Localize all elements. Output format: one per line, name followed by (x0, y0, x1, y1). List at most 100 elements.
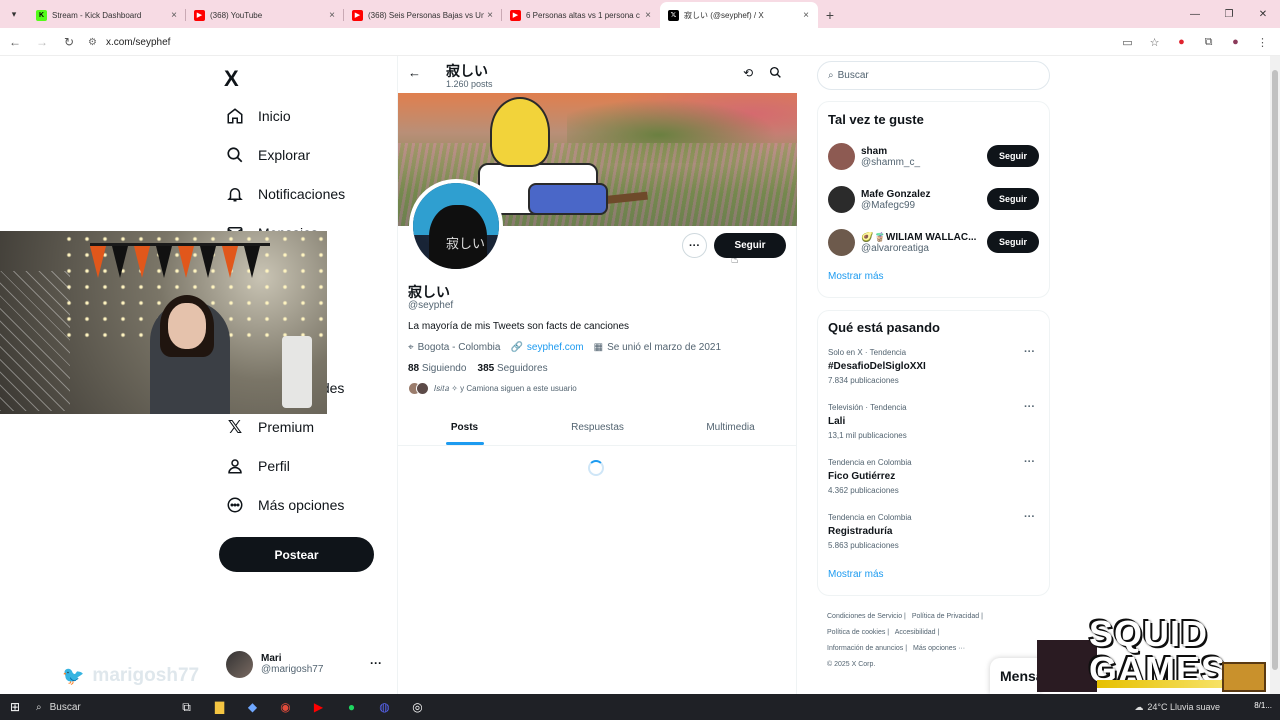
more-dots-icon[interactable]: ··· (1024, 456, 1035, 468)
chrome-icon[interactable]: ◉ (269, 694, 302, 720)
forward-icon[interactable]: → (30, 30, 54, 54)
copilot-icon[interactable]: ◆ (236, 694, 269, 720)
reload-icon[interactable]: ↻ (57, 30, 81, 54)
more-dots-icon[interactable]: ··· (1024, 511, 1035, 523)
following-link[interactable]: 88 Siguiendo (408, 363, 466, 374)
browser-tab[interactable]: K Stream - Kick Dashboard × (28, 2, 186, 28)
follow-button[interactable]: Seguir (987, 188, 1039, 210)
close-tab-icon[interactable]: × (484, 10, 496, 21)
browser-tab[interactable]: ▶ (368) YouTube × (186, 2, 344, 28)
page-scrollbar[interactable] (1270, 56, 1280, 696)
follow-button[interactable]: Seguir (714, 233, 786, 258)
messages-drawer[interactable]: Mensa (990, 658, 1044, 694)
hand-cursor-icon: ☝ (731, 252, 739, 266)
cloud-icon: ☁ (1134, 701, 1144, 712)
back-arrow-icon[interactable]: ← (408, 65, 421, 80)
more-dots-icon[interactable]: ··· (370, 656, 382, 670)
close-tab-icon[interactable]: × (168, 10, 180, 21)
close-tab-icon[interactable]: × (800, 10, 812, 21)
profile-avatar-icon[interactable]: ● (1224, 30, 1247, 54)
suggestion-row[interactable]: sham @shamm_c_ Seguir (818, 135, 1049, 178)
taskbar-search[interactable]: ⌕ Buscar (30, 694, 170, 720)
close-tab-icon[interactable]: × (326, 10, 338, 21)
address-bar[interactable]: ⚙ x.com/seyphef (80, 31, 1160, 53)
nav-item-profile[interactable]: Perfil (224, 453, 290, 479)
discord-icon[interactable]: ◍ (368, 694, 401, 720)
trend-item[interactable]: Tendencia en Colombia Fico Gutiérrez 4.3… (818, 455, 1049, 510)
task-view-icon[interactable]: ⧉ (170, 694, 203, 720)
header-name: 寂しい (446, 63, 488, 79)
back-icon[interactable]: ← (3, 30, 27, 54)
website[interactable]: 🔗 seyphef.com (510, 342, 583, 353)
window-controls: — ❐ ✕ (1178, 0, 1280, 28)
avatar (828, 229, 855, 256)
tab-search-icon[interactable]: ▾ (0, 0, 28, 28)
tab-posts[interactable]: Posts (398, 410, 531, 445)
search-input[interactable]: ⌕ Buscar (817, 61, 1050, 90)
toolbar-actions: ▭ ☆ ● ⧉ ● ⋮ (1116, 30, 1274, 54)
watermark-text: marigosh77 (92, 665, 200, 686)
close-window-icon[interactable]: ✕ (1246, 0, 1280, 28)
who-to-follow-card: Tal vez te guste sham @shamm_c_ Seguir Ma… (817, 101, 1050, 298)
tab-media[interactable]: Multimedia (664, 410, 797, 445)
show-more-link[interactable]: Mostrar más (818, 569, 1049, 580)
opera-extension-icon[interactable]: ● (1170, 30, 1193, 54)
minimize-icon[interactable]: — (1178, 0, 1212, 28)
tab-title: (368) YouTube (210, 10, 263, 20)
bookmark-star-icon[interactable]: ☆ (1143, 30, 1166, 54)
youtube-app-icon[interactable]: ▶ (302, 694, 335, 720)
menu-dots-icon[interactable]: ⋮ (1251, 30, 1274, 54)
show-more-link[interactable]: Mostrar más (818, 271, 1049, 282)
nav-label: Notificaciones (258, 186, 346, 202)
extensions-icon[interactable]: ⧉ (1197, 30, 1220, 54)
post-button[interactable]: Postear (219, 537, 374, 572)
trend-item[interactable]: Tendencia en Colombia Registraduría 5.86… (818, 510, 1049, 565)
youtube-icon: ▶ (352, 9, 363, 21)
taskbar-clock[interactable]: 8/1... (1254, 701, 1272, 710)
nav-item-premium[interactable]: 𝕏 Premium (224, 414, 314, 440)
suggestion-row[interactable]: Mafe Gonzalez @Mafegc99 Seguir (818, 178, 1049, 221)
more-dots-icon[interactable]: ··· (1024, 346, 1035, 358)
more-dots-icon[interactable]: ··· (1024, 401, 1035, 413)
profile-bio: La mayoría de mis Tweets son facts de ca… (408, 321, 630, 332)
weather-widget[interactable]: ☁ 24°C Lluvia suave (1134, 694, 1220, 720)
follow-button[interactable]: Seguir (987, 231, 1039, 253)
youtube-icon: ▶ (510, 9, 521, 21)
restore-icon[interactable]: ❐ (1212, 0, 1246, 28)
new-tab-button[interactable]: + (818, 2, 842, 28)
follow-button[interactable]: Seguir (987, 145, 1039, 167)
windows-start-icon[interactable]: ⊞ (0, 694, 30, 720)
file-explorer-icon[interactable]: ▇ (203, 694, 236, 720)
profile-avatar[interactable]: 寂しい (409, 179, 503, 273)
site-info-icon[interactable]: ⚙ (88, 37, 97, 48)
followers-you-know[interactable]: 𝐼𝑠𝑖𝑡𝑎 ✧ y Camiona siguen a este usuario (408, 382, 577, 395)
browser-tab[interactable]: ▶ (368) Seis Personas Bajas vs Un × (344, 2, 502, 28)
account-switcher[interactable]: Mari @marigosh77 ··· (226, 648, 386, 680)
tab-replies[interactable]: Respuestas (531, 410, 664, 445)
suggestion-row[interactable]: 🥑🧋WILIAM WALLAC... @alvaroreatiga Seguir (818, 221, 1049, 264)
obs-icon[interactable]: ◎ (401, 694, 434, 720)
screen: { "browser": { "tabs": [ {"title": "Stre… (0, 0, 1280, 720)
windows-taskbar: ⊞ ⌕ Buscar ⧉ ▇ ◆ ◉ ▶ ● ◍ ◎ ☁ 24°C Lluvia s… (0, 694, 1280, 720)
tumbler-cup (282, 336, 312, 408)
trend-item[interactable]: Televisión · Tendencia Lali 13,1 mil pub… (818, 400, 1049, 455)
install-app-icon[interactable]: ▭ (1116, 30, 1139, 54)
nav-item-more[interactable]: Más opciones (224, 492, 344, 518)
followers-link[interactable]: 385 Seguidores (478, 363, 548, 374)
browser-toolbar: ← → ↻ ⚙ x.com/seyphef ▭ ☆ ● ⧉ ● ⋮ (0, 28, 1280, 56)
treasure-chest-icon (1222, 662, 1266, 692)
grok-icon[interactable]: ⟲ (743, 66, 753, 80)
x-logo-icon[interactable]: X (224, 66, 239, 92)
search-icon[interactable] (769, 66, 782, 84)
browser-tab-active[interactable]: 𝕏 寂しい (@seyphef) / X × (660, 2, 818, 28)
x-icon: 𝕏 (668, 9, 679, 21)
nav-item-home[interactable]: Inicio (224, 103, 291, 129)
browser-tab[interactable]: ▶ 6 Personas altas vs 1 persona c × (502, 2, 660, 28)
trends-card: Qué está pasando Solo en X · Tendencia #… (817, 310, 1050, 596)
trend-item[interactable]: Solo en X · Tendencia #DesafioDelSigloXX… (818, 345, 1049, 400)
nav-item-notifications[interactable]: Notificaciones (224, 181, 345, 207)
spotify-icon[interactable]: ● (335, 694, 368, 720)
close-tab-icon[interactable]: × (642, 10, 654, 21)
nav-item-explore[interactable]: Explorar (224, 142, 310, 168)
more-options-button[interactable]: ··· (682, 233, 707, 258)
